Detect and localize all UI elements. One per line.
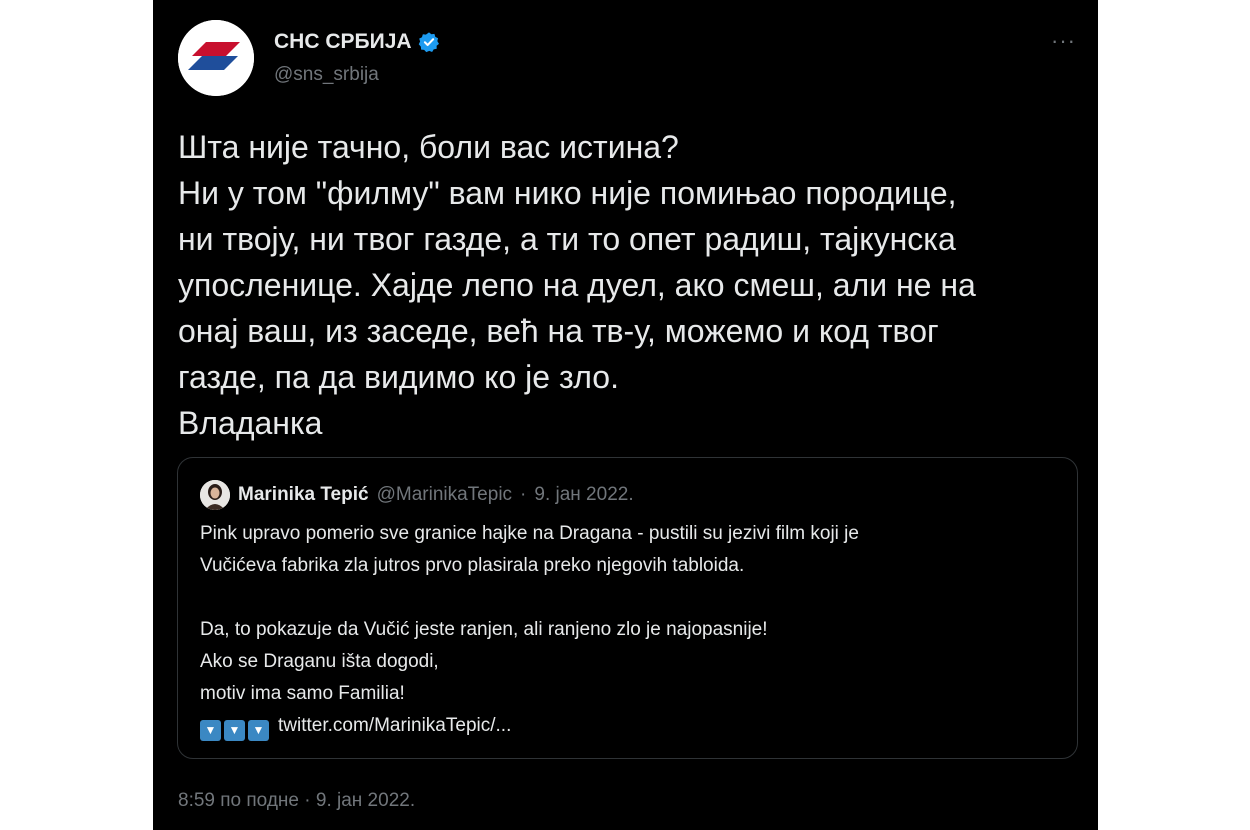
tweet-text-line: Ни у том "филму" вам нико није помињао п… [178, 175, 957, 211]
tweet-time: 8:59 по подне [178, 790, 299, 811]
down-arrow-emoji-icon: ▼ [248, 720, 269, 741]
portrait-icon [200, 480, 230, 510]
tweet-text-line: упосленице. Хајде лепо на дуел, ако смеш… [178, 267, 976, 303]
tweet-text-line: газде, па да видимо ко је зло. [178, 359, 619, 395]
author-handle[interactable]: @sns_srbija [274, 64, 379, 86]
tweet-text-line: онај ваш, из заседе, већ на тв-у, можемо… [178, 313, 939, 349]
quoted-author-handle[interactable]: @MarinikaTepic [377, 484, 512, 506]
tweet-text-line: Владанка [178, 405, 323, 441]
sns-logo-icon [178, 20, 254, 96]
author-name[interactable]: СНС СРБИЈА [274, 30, 412, 54]
quoted-tweet-text: Pink upravo pomerio sve granice hajke na… [200, 518, 1060, 742]
quoted-link-line: ▼ ▼ ▼ twitter.com/MarinikaTepic/... [200, 710, 1060, 742]
separator-dot: · [520, 484, 527, 505]
quoted-tweet-header: Marinika Tepić @MarinikaTepic · 9. јан 2… [200, 480, 634, 510]
tweet-text-line: Шта није тачно, боли вас истина? [178, 129, 679, 165]
quoted-text-line: motiv ima samo Familia! [200, 683, 405, 704]
down-arrow-emoji-icon: ▼ [224, 720, 245, 741]
quoted-text-line [200, 582, 1060, 614]
quoted-author-avatar[interactable] [200, 480, 230, 510]
tweet-timestamp[interactable]: 8:59 по подне · 9. јан 2022. [178, 790, 415, 812]
quoted-text-line: Vučićeva fabrika zla jutros prvo plasira… [200, 555, 745, 576]
verified-badge-icon [418, 31, 440, 53]
quoted-text-line: Ako se Draganu išta dogodi, [200, 651, 439, 672]
author-name-row: СНС СРБИЈА [274, 30, 440, 54]
tweet-text-line: ни твоју, ни твог газде, а ти то опет ра… [178, 221, 956, 257]
quoted-tweet[interactable]: Marinika Tepić @MarinikaTepic · 9. јан 2… [177, 457, 1078, 759]
quoted-text-line: Pink upravo pomerio sve granice hajke na… [200, 523, 859, 544]
down-arrow-emoji-icon: ▼ [200, 720, 221, 741]
quoted-author-name[interactable]: Marinika Tepić [238, 484, 369, 506]
tweet-text: Шта није тачно, боли вас истина? Ни у то… [178, 124, 1083, 446]
separator-dot: · [304, 790, 311, 811]
tweet-date: 9. јан 2022. [315, 790, 416, 811]
quoted-tweet-link[interactable]: twitter.com/MarinikaTepic/... [278, 715, 511, 736]
quoted-text-line: Da, to pokazuje da Vučić jeste ranjen, a… [200, 619, 768, 640]
author-avatar[interactable] [178, 20, 254, 96]
tweet-card: СНС СРБИЈА @sns_srbija ··· Шта није тачн… [153, 0, 1098, 830]
quoted-tweet-date[interactable]: 9. јан 2022. [534, 484, 633, 506]
more-horizontal-icon[interactable]: ··· [1051, 28, 1076, 54]
